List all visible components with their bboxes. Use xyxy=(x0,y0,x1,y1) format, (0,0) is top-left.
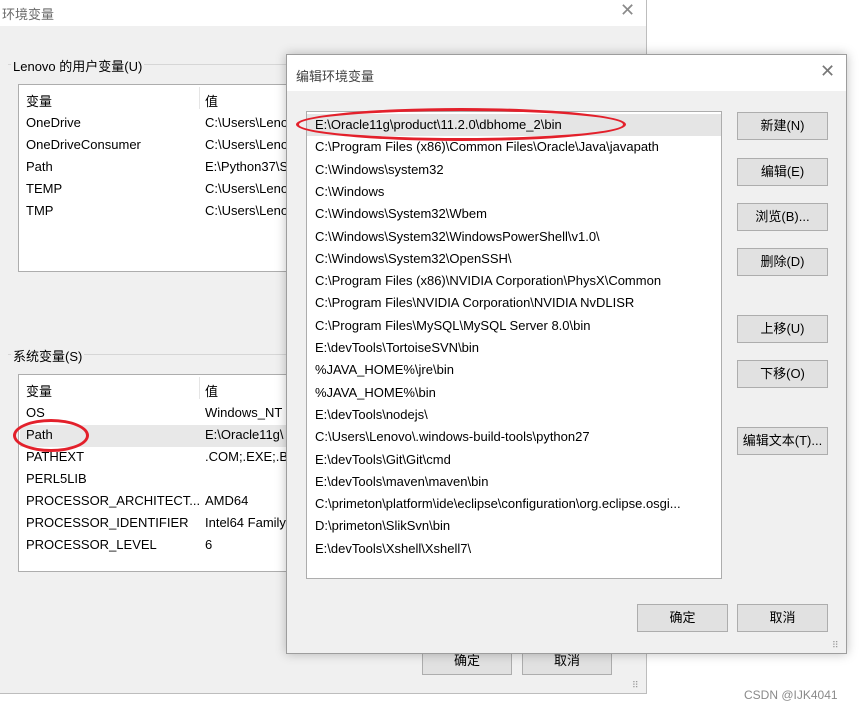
path-entries-list[interactable]: E:\Oracle11g\product\11.2.0\dbhome_2\bin… xyxy=(306,111,722,579)
sys-var-value[interactable]: Windows_NT xyxy=(205,405,282,420)
path-entry[interactable]: C:\Program Files\MySQL\MySQL Server 8.0\… xyxy=(307,315,721,337)
path-entry[interactable]: E:\devTools\TortoiseSVN\bin xyxy=(307,337,721,359)
user-var-name[interactable]: Path xyxy=(26,159,53,174)
user-variables-group-label: Lenovo 的用户变量(U) xyxy=(11,56,145,75)
path-entry[interactable]: E:\devTools\Git\Git\cmd xyxy=(307,449,721,471)
path-entry[interactable]: C:\Windows\System32\OpenSSH\ xyxy=(307,248,721,270)
sys-var-value[interactable]: .COM;.EXE;.BA xyxy=(205,449,297,464)
sys-var-name[interactable]: PATHEXT xyxy=(26,449,84,464)
sys-var-name[interactable]: PERL5LIB xyxy=(26,471,87,486)
sys-col-divider xyxy=(199,377,200,399)
user-var-name[interactable]: TMP xyxy=(26,203,53,218)
path-entry[interactable]: C:\Windows\System32\WindowsPowerShell\v1… xyxy=(307,226,721,248)
sys-col-value[interactable]: 值 xyxy=(205,381,218,400)
sys-var-name[interactable]: Path xyxy=(26,427,53,442)
system-variables-group-label: 系统变量(S) xyxy=(11,346,85,365)
user-var-name[interactable]: TEMP xyxy=(26,181,62,196)
bg-window-title: 环境变量 xyxy=(2,7,55,22)
path-entry[interactable]: E:\Oracle11g\product\11.2.0\dbhome_2\bin xyxy=(307,114,721,136)
edit-cancel-button[interactable]: 取消 xyxy=(737,604,828,632)
path-entry[interactable]: C:\Program Files\NVIDIA Corporation\NVID… xyxy=(307,292,721,314)
edit-text-button[interactable]: 编辑文本(T)... xyxy=(737,427,828,455)
browse-button[interactable]: 浏览(B)... xyxy=(737,203,828,231)
user-var-value[interactable]: E:\Python37\S xyxy=(205,159,288,174)
system-variables-list[interactable]: 变量 值 OS Windows_NT Path E:\Oracle11g\ PATHEX… xyxy=(18,374,320,572)
path-entry[interactable]: E:\devTools\Xshell\Xshell7\ xyxy=(307,538,721,560)
edit-dialog-title: 编辑环境变量 xyxy=(296,69,375,84)
bg-titlebar: 环境变量 ✕ xyxy=(0,0,646,26)
sys-var-value[interactable]: 6 xyxy=(205,537,212,552)
edit-environment-variable-dialog: 编辑环境变量 ✕ E:\Oracle11g\product\11.2.0\dbh… xyxy=(286,54,847,654)
user-col-divider xyxy=(199,87,200,109)
edit-ok-button[interactable]: 确定 xyxy=(637,604,728,632)
sys-var-name[interactable]: PROCESSOR_LEVEL xyxy=(26,537,157,552)
path-entry[interactable]: C:\Windows xyxy=(307,181,721,203)
sys-var-value[interactable]: Intel64 Family xyxy=(205,515,286,530)
edit-dialog-close-icon[interactable]: ✕ xyxy=(820,61,835,82)
path-entry[interactable]: %JAVA_HOME%\jre\bin xyxy=(307,359,721,381)
user-var-value[interactable]: C:\Users\Leno xyxy=(205,203,288,218)
watermark: CSDN @IJK4041 xyxy=(744,688,838,702)
path-entry[interactable]: E:\devTools\nodejs\ xyxy=(307,404,721,426)
user-col-variable[interactable]: 变量 xyxy=(26,91,52,110)
fg-titlebar: 编辑环境变量 ✕ xyxy=(287,55,846,91)
user-col-value[interactable]: 值 xyxy=(205,91,218,110)
path-entry[interactable]: C:\Windows\System32\Wbem xyxy=(307,203,721,225)
bg-close-icon[interactable]: ✕ xyxy=(620,0,635,21)
bg-resize-grip[interactable]: ⠿ xyxy=(632,680,639,691)
path-entry[interactable]: %JAVA_HOME%\bin xyxy=(307,382,721,404)
delete-button[interactable]: 删除(D) xyxy=(737,248,828,276)
path-entry[interactable]: C:\Program Files (x86)\NVIDIA Corporatio… xyxy=(307,270,721,292)
user-var-value[interactable]: C:\Users\Leno xyxy=(205,181,288,196)
user-var-value[interactable]: C:\Users\Leno xyxy=(205,115,288,130)
user-var-name[interactable]: OneDrive xyxy=(26,115,81,130)
edit-resize-grip[interactable]: ⠿ xyxy=(832,640,839,651)
move-up-button[interactable]: 上移(U) xyxy=(737,315,828,343)
sys-col-variable[interactable]: 变量 xyxy=(26,381,52,400)
sys-var-value[interactable]: AMD64 xyxy=(205,493,248,508)
edit-button[interactable]: 编辑(E) xyxy=(737,158,828,186)
user-var-value[interactable]: C:\Users\Leno xyxy=(205,137,288,152)
path-entry[interactable]: C:\Program Files (x86)\Common Files\Orac… xyxy=(307,136,721,158)
path-entry[interactable]: E:\devTools\maven\maven\bin xyxy=(307,471,721,493)
move-down-button[interactable]: 下移(O) xyxy=(737,360,828,388)
user-variables-list[interactable]: 变量 值 OneDrive C:\Users\Leno OneDriveConsum… xyxy=(18,84,320,272)
sys-var-name[interactable]: PROCESSOR_IDENTIFIER xyxy=(26,515,189,530)
path-entry[interactable]: C:\Users\Lenovo\.windows-build-tools\pyt… xyxy=(307,426,721,448)
user-var-name[interactable]: OneDriveConsumer xyxy=(26,137,141,152)
new-button[interactable]: 新建(N) xyxy=(737,112,828,140)
sys-var-name[interactable]: PROCESSOR_ARCHITECT... xyxy=(26,493,200,508)
sys-var-value[interactable]: E:\Oracle11g\ xyxy=(205,427,284,442)
path-entry[interactable]: D:\primeton\SlikSvn\bin xyxy=(307,515,721,537)
path-entry[interactable]: C:\Windows\system32 xyxy=(307,159,721,181)
path-entry[interactable]: C:\primeton\platform\ide\eclipse\configu… xyxy=(307,493,721,515)
sys-var-name[interactable]: OS xyxy=(26,405,45,420)
